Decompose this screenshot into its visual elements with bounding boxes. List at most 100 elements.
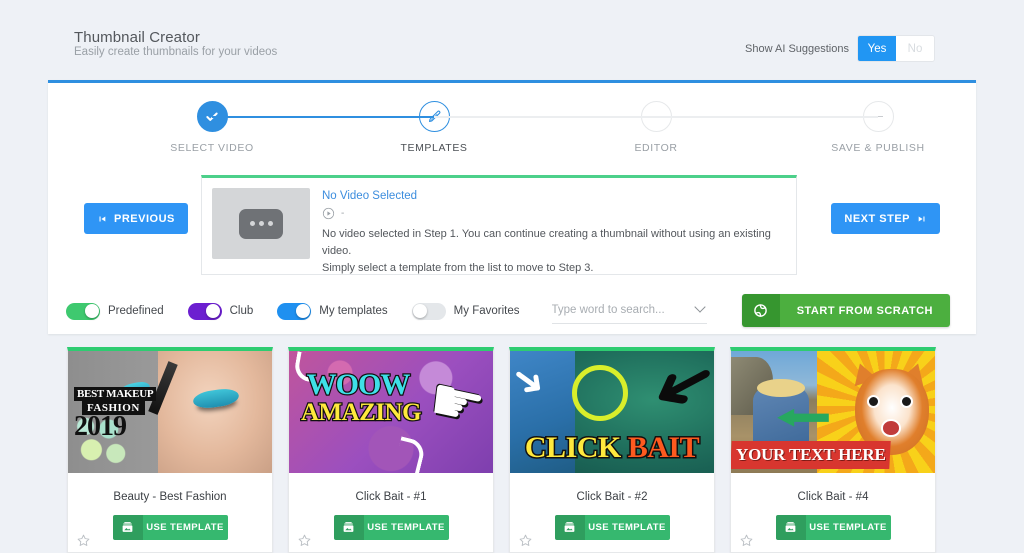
filter-my-favorites[interactable]: My Favorites <box>411 302 520 320</box>
thumbnail-overlay-line-3: 2019 <box>74 411 127 442</box>
toggle-club[interactable] <box>187 302 222 320</box>
thumbnail-overlay-line-1: YOUR TEXT HERE <box>736 445 886 464</box>
use-template-label: USE TEMPLATE <box>584 515 670 540</box>
favorite-star-icon[interactable] <box>518 533 533 548</box>
filter-my-templates[interactable]: My templates <box>277 302 388 320</box>
dot <box>267 221 273 226</box>
thumbnail-overlay-banner: YOUR TEXT HERE <box>731 441 891 469</box>
step-select-video[interactable]: SELECT VIDEO <box>132 101 292 154</box>
previous-button[interactable]: PREVIOUS <box>84 203 188 234</box>
favorite-star-icon[interactable] <box>297 533 312 548</box>
cat-eye-art <box>867 395 880 408</box>
filter-predefined[interactable]: Predefined <box>66 302 164 320</box>
toggle-predefined[interactable] <box>66 302 100 320</box>
step-save-publish-label: SAVE & PUBLISH <box>831 142 925 154</box>
toggle-knob <box>84 304 99 318</box>
filter-club[interactable]: Club <box>187 302 254 320</box>
video-title[interactable]: No Video Selected <box>322 190 782 202</box>
skip-previous-icon <box>99 216 106 221</box>
cat-eye-art <box>900 395 913 408</box>
stepper-connector-filled <box>212 116 434 118</box>
toggle-my-favorites[interactable] <box>411 302 446 320</box>
step-editor[interactable]: EDITOR <box>576 101 736 154</box>
video-selection-row: PREVIOUS No Video Selected - No video se… <box>48 175 976 275</box>
thumbnail-overlay-line-2: BAIT <box>626 430 701 466</box>
image-stack-icon <box>564 522 575 532</box>
ai-suggestions-label: Show AI Suggestions <box>745 42 849 55</box>
ai-suggestions-toggle-group[interactable]: Yes No <box>858 36 934 61</box>
image-stack-icon <box>122 522 133 532</box>
next-step-button[interactable]: NEXT STEP <box>831 203 940 234</box>
favorite-star-icon[interactable] <box>76 533 91 548</box>
video-description-line-2: Simply select a template from the list t… <box>322 262 594 274</box>
start-from-scratch-label: START FROM SCRATCH <box>779 294 950 327</box>
black-arrow-icon: ➜ <box>638 351 714 433</box>
template-card[interactable]: WOOW AMAZING ☛ Click Bait - #1 USE TEMPL… <box>288 347 494 553</box>
video-meta: No Video Selected - No video selected in… <box>322 188 782 274</box>
toggle-knob <box>413 304 428 318</box>
ai-suggestions-control: Show AI Suggestions Yes No <box>745 36 934 61</box>
template-card-grid: BEST MAKEUP FASHION 2019 Beauty - Best F… <box>67 347 936 553</box>
template-thumbnail-woow: WOOW AMAZING ☛ <box>289 351 493 473</box>
use-template-button[interactable]: USE TEMPLATE <box>554 515 670 540</box>
filter-club-label: Club <box>229 305 254 317</box>
template-card[interactable]: BEST MAKEUP FASHION 2019 Beauty - Best F… <box>67 347 273 553</box>
template-thumbnail-cat: ⬅ YOUR TEXT HERE <box>731 351 935 473</box>
image-stack-icon <box>343 522 354 532</box>
page-subtitle: Easily create thumbnails for your videos <box>74 46 278 58</box>
toggle-my-templates[interactable] <box>277 302 312 320</box>
template-name: Click Bait - #4 <box>797 491 869 503</box>
template-thumbnail-beauty: BEST MAKEUP FASHION 2019 <box>68 351 272 473</box>
use-template-button[interactable]: USE TEMPLATE <box>333 515 449 540</box>
page-title: Thumbnail Creator <box>74 29 200 46</box>
video-description-line-1: No video selected in Step 1. You can con… <box>322 228 771 257</box>
ai-suggestions-yes-button[interactable]: Yes <box>858 36 896 61</box>
use-template-label: USE TEMPLATE <box>363 515 449 540</box>
template-filter-row: Predefined Club My templates My Favorite… <box>48 288 976 334</box>
thumbnail-overlay-line-1: WOOW <box>305 368 411 401</box>
toggle-knob <box>295 304 310 318</box>
step-templates[interactable]: TEMPLATES <box>354 101 514 154</box>
ai-suggestions-no-button[interactable]: No <box>896 36 934 61</box>
thumbnail-overlay-line-1: BEST MAKEUP <box>74 387 157 401</box>
wizard-panel: SELECT VIDEO TEMPLATES EDITOR SAVE & PUB… <box>48 80 976 334</box>
skip-next-icon <box>918 216 925 221</box>
use-template-icon-box <box>112 515 143 540</box>
cat-mouth-art <box>881 419 901 437</box>
arrow-art <box>393 436 427 473</box>
chevron-down-icon[interactable] <box>693 301 706 313</box>
thumbnail-overlay-line-2: AMAZING <box>300 398 423 428</box>
favorite-star-icon[interactable] <box>739 533 754 548</box>
template-card[interactable]: ⬅ YOUR TEXT HERE Click Bait - #4 USE TEM… <box>730 347 936 553</box>
use-template-label: USE TEMPLATE <box>805 515 891 540</box>
use-template-label: USE TEMPLATE <box>142 515 228 540</box>
video-view-count: - <box>341 208 345 219</box>
toggle-knob <box>206 304 221 318</box>
template-name: Click Bait - #2 <box>576 491 648 503</box>
stepper-connector-empty-1 <box>434 116 656 118</box>
template-card[interactable]: ➜ ➜ CLICK BAIT Click Bait - #2 USE TEMPL… <box>509 347 715 553</box>
step-save-publish[interactable]: SAVE & PUBLISH <box>798 101 958 154</box>
use-template-icon-box <box>554 515 585 540</box>
stepper-connector-empty-2 <box>656 116 878 118</box>
hand-cursor-icon: ☛ <box>422 363 492 444</box>
highlight-circle-art <box>572 365 628 421</box>
next-step-button-label: NEXT STEP <box>844 212 910 225</box>
search-input[interactable] <box>551 298 682 322</box>
aperture-icon <box>754 304 767 317</box>
start-from-scratch-button[interactable]: START FROM SCRATCH <box>741 294 950 327</box>
video-thumbnail-placeholder <box>212 188 310 259</box>
use-template-button[interactable]: USE TEMPLATE <box>775 515 891 540</box>
use-template-icon-box <box>775 515 806 540</box>
thumbnail-creator-page: Thumbnail Creator Easily create thumbnai… <box>0 0 1024 553</box>
image-stack-icon <box>785 522 796 532</box>
use-template-button[interactable]: USE TEMPLATE <box>112 515 228 540</box>
template-name: Beauty - Best Fashion <box>113 491 227 503</box>
dot <box>249 221 255 226</box>
template-search[interactable] <box>551 298 707 324</box>
hat-art <box>757 379 805 397</box>
thumbnail-overlay: CLICK BAIT <box>510 430 714 466</box>
step-select-video-label: SELECT VIDEO <box>170 142 254 154</box>
video-placeholder-icon <box>239 208 283 239</box>
page-header: Thumbnail Creator Easily create thumbnai… <box>0 0 1024 80</box>
